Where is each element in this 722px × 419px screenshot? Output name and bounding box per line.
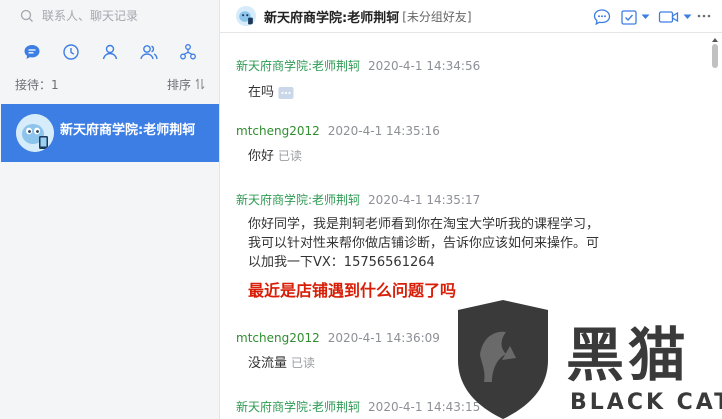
header-avatar	[236, 6, 256, 26]
more-icon[interactable]	[696, 8, 712, 24]
message-body: 你好 已读	[248, 147, 440, 166]
chat-panel: 新天府商学院:老师荆轲 [未分组好友] 新天府商学院:老师荆轲 2020-4-1 …	[220, 0, 722, 419]
search-bar[interactable]	[0, 0, 219, 32]
video-icon	[658, 11, 679, 23]
video-button[interactable]	[658, 7, 692, 27]
org-icon	[179, 44, 196, 60]
message-sender: mtcheng2012	[236, 124, 320, 138]
sidebar: 接待：1 排序 新天府商学院:老师荆轲	[0, 0, 220, 419]
message-item: 新天府商学院:老师荆轲 2020-4-1 14:34:56 在吗	[236, 57, 480, 102]
message-time: 2020-4-1 14:34:56	[368, 59, 481, 73]
reception-count: 接待：1	[15, 77, 59, 92]
message-body: 在吗	[248, 83, 480, 102]
read-status: 已读	[291, 356, 316, 370]
message-line: 你好同学，我是荆轲老师看到你在淘宝大学听我的课程学习，	[248, 217, 600, 232]
message-time: 2020-4-1 14:35:17	[368, 193, 481, 207]
sidebar-subbar: 接待：1 排序	[0, 72, 219, 96]
contact-name: 新天府商学院:老师荆轲	[60, 122, 196, 138]
message-item: mtcheng2012 2020-4-1 14:36:09 没流量 已读	[236, 331, 440, 373]
read-status: 已读	[278, 149, 303, 163]
typing-emoji-icon	[278, 86, 294, 99]
message-text: 你好	[248, 149, 275, 164]
scroll-up-arrow[interactable]	[712, 38, 718, 42]
tab-contacts[interactable]	[98, 40, 122, 64]
message-text: 没流量	[248, 356, 288, 371]
friend-group-label: [未分组好友]	[402, 9, 472, 24]
message-sender: mtcheng2012	[236, 331, 320, 345]
search-icon	[20, 9, 33, 22]
message-time: 2020-4-1 14:36:09	[327, 331, 440, 345]
highlight-text: 最近是店铺遇到什么问题了吗	[248, 281, 457, 300]
chat-title: 新天府商学院:老师荆轲	[264, 10, 400, 26]
clock-icon	[62, 44, 79, 60]
message-body: 你好同学，我是荆轲老师看到你在淘宝大学听我的课程学习， 我可以针对性来帮你做店铺…	[248, 215, 599, 300]
message-body: 没流量 已读	[248, 354, 440, 373]
contact-item[interactable]: 新天府商学院:老师荆轲	[1, 104, 219, 162]
person-icon	[102, 44, 117, 60]
phone-avatar-icon	[236, 6, 256, 26]
message-item: 新天府商学院:老师荆轲 2020-4-1 14:35:17 你好同学，我是荆轲老师…	[236, 191, 599, 300]
message-time: 2020-4-1 14:43:15	[368, 400, 481, 414]
sort-icon	[195, 78, 205, 90]
tab-organization[interactable]	[176, 40, 200, 64]
header-toolbar	[592, 7, 692, 27]
task-icon	[621, 10, 637, 25]
chat-header: 新天府商学院:老师荆轲 [未分组好友]	[220, 0, 722, 33]
message-sender: 新天府商学院:老师荆轲	[236, 400, 361, 414]
support-button[interactable]	[592, 7, 612, 27]
message-line: 我可以针对性来帮你做店铺诊断，告诉你应该如何来操作。可	[248, 236, 600, 251]
group-icon	[139, 45, 158, 60]
message-sender: 新天府商学院:老师荆轲	[236, 59, 361, 73]
nav-tabs	[0, 38, 219, 66]
message-item: 新天府商学院:老师荆轲 2020-4-1 14:43:15	[236, 398, 480, 415]
contact-avatar	[16, 114, 54, 152]
message-line: 以加我一下VX：15756561264	[248, 255, 435, 270]
chat-tab-icon	[24, 45, 39, 59]
message-sender: 新天府商学院:老师荆轲	[236, 193, 361, 207]
message-list: 新天府商学院:老师荆轲 2020-4-1 14:34:56 在吗 mtcheng2…	[220, 34, 722, 419]
search-input[interactable]	[42, 9, 192, 23]
tab-chats[interactable]	[20, 40, 44, 64]
chevron-down-icon	[683, 14, 692, 19]
task-button[interactable]	[620, 7, 650, 27]
tab-recent[interactable]	[59, 40, 83, 64]
chevron-down-icon	[641, 14, 650, 19]
support-icon	[593, 9, 611, 26]
sort-button[interactable]: 排序	[167, 76, 205, 93]
sort-label: 排序	[166, 77, 191, 92]
phone-avatar-icon	[16, 114, 54, 152]
scrollbar[interactable]	[708, 34, 722, 419]
tab-groups[interactable]	[137, 40, 161, 64]
message-time: 2020-4-1 14:35:16	[327, 124, 440, 138]
message-text: 在吗	[248, 85, 275, 100]
scroll-thumb[interactable]	[712, 44, 718, 68]
message-item: mtcheng2012 2020-4-1 14:35:16 你好 已读	[236, 124, 440, 166]
